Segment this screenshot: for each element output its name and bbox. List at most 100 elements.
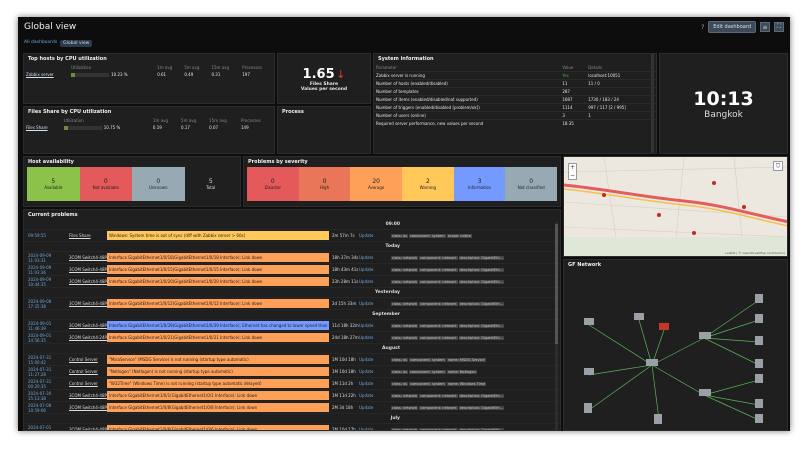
host-link[interactable]: Files Share xyxy=(24,124,62,131)
problem-time-link[interactable]: 2024-07-31 15:00:42 xyxy=(24,355,69,365)
problem-host-link[interactable]: 3COM Switch4-48P xyxy=(69,427,107,430)
problem-message[interactable]: Interface GigabitEthernet1/0/18(GigabitE… xyxy=(107,253,329,262)
update-link[interactable]: Update xyxy=(359,357,391,362)
problem-message[interactable]: Interface GigabitEthernet1/0/15(GigabitE… xyxy=(107,265,329,274)
tag[interactable]: class: network xyxy=(391,323,419,328)
tag[interactable]: class: network xyxy=(391,301,419,306)
tag[interactable]: class: os xyxy=(391,233,408,238)
problem-time-link[interactable]: 2024-09-08 17:35:38 xyxy=(24,299,69,309)
problem-host-link[interactable]: 3COM Switch4-24P xyxy=(69,335,107,340)
problem-host-link[interactable]: Control Server xyxy=(69,381,107,386)
problem-time-link[interactable]: 2024-09-09 10:44:35 xyxy=(24,277,69,287)
problem-message[interactable]: Interface GigabitEthernet1/0/39(GigabitE… xyxy=(107,321,329,330)
host-link[interactable]: Zabbix server xyxy=(24,71,69,78)
tag[interactable]: description: GigabitEth... xyxy=(458,255,505,260)
tile-available[interactable]: 5 Available xyxy=(27,167,80,201)
update-link[interactable]: Update xyxy=(359,335,391,340)
edit-dashboard-button[interactable]: Edit dashboard xyxy=(708,21,756,33)
problem-time-link[interactable]: 2024-09-01 11:46:39 xyxy=(24,321,69,331)
problem-message[interactable]: "MsiaService" (MSDG Service) is not runn… xyxy=(107,355,329,364)
help-icon[interactable]: ? xyxy=(701,24,704,31)
tag[interactable]: class: network xyxy=(391,279,419,284)
tile-unknown[interactable]: 0 Unknown xyxy=(132,167,185,201)
tag[interactable]: component: network xyxy=(419,301,458,306)
update-link[interactable]: Update xyxy=(359,393,391,398)
update-link[interactable]: Update xyxy=(359,405,391,410)
tile-not-classified[interactable]: 0 Not classified xyxy=(505,167,558,201)
problem-message[interactable]: Interface GigabitEthernet1/0/21(GigabitE… xyxy=(107,333,329,342)
tag[interactable]: class: network xyxy=(391,427,419,430)
problem-time-link[interactable]: 2024-07-31 11:27:28 xyxy=(24,367,69,377)
menu-icon[interactable]: ≡ xyxy=(760,22,770,32)
problem-time-link[interactable]: 2024-07-31 00:20:35 xyxy=(24,379,69,389)
problem-host-link[interactable]: 3COM Switch4-48P xyxy=(69,255,107,260)
tag[interactable]: description: GigabitEth... xyxy=(458,405,505,410)
problems-scrollbar[interactable] xyxy=(555,222,558,430)
tag[interactable]: component: system xyxy=(408,369,446,374)
zoom-out-button[interactable]: − xyxy=(569,172,576,180)
tag[interactable]: description: GigabitEth... xyxy=(458,279,505,284)
tag[interactable]: component: system xyxy=(408,381,446,386)
problem-message[interactable]: "Netlogon" (Netlogon) is not running (st… xyxy=(107,367,329,376)
tag[interactable]: class: network xyxy=(391,335,419,340)
update-link[interactable]: Update xyxy=(359,323,391,328)
geomap-widget[interactable]: + − ⛉ Leaflet | © OpenStreetMap contribu… xyxy=(563,156,788,257)
fullscreen-icon[interactable]: ⛶ xyxy=(774,22,784,32)
tag[interactable]: description: GigabitEth... xyxy=(458,427,505,430)
tile-total[interactable]: 5 Total xyxy=(184,167,237,201)
network-map[interactable] xyxy=(564,270,788,430)
tag[interactable]: description: GigabitEth... xyxy=(458,335,505,340)
problem-message[interactable]: Interface GigabitEthernet1/0/12(GigabitE… xyxy=(107,299,329,308)
update-link[interactable]: Update xyxy=(359,267,391,272)
tag[interactable]: component: system xyxy=(408,357,446,362)
update-link[interactable]: Update xyxy=(359,255,391,260)
problem-host-link[interactable]: Control Server xyxy=(69,369,107,374)
tile-disaster[interactable]: 0 Disaster xyxy=(247,167,299,201)
tag[interactable]: class: network xyxy=(391,267,419,272)
problem-time-link[interactable]: 09:59:55 xyxy=(24,233,69,238)
tile-warning[interactable]: 2 Warning xyxy=(402,167,454,201)
breadcrumb-current[interactable]: Global view xyxy=(60,40,93,47)
tag[interactable]: name: MSDG Service xyxy=(446,357,486,362)
tag[interactable]: class: network xyxy=(391,393,419,398)
tag[interactable]: description: GigabitEth... xyxy=(458,393,505,398)
problem-host-link[interactable]: 3COM Switch4-48P xyxy=(69,267,107,272)
problem-time-link[interactable]: 2024-09-09 11:03:31 xyxy=(24,253,69,263)
tag[interactable]: component: network xyxy=(419,255,458,260)
tag[interactable]: component: network xyxy=(419,335,458,340)
update-link[interactable]: Update xyxy=(359,233,391,238)
tile-not-available[interactable]: 0 Not available xyxy=(79,167,132,201)
scrollbar[interactable] xyxy=(651,54,654,153)
problem-message[interactable]: "W32Time" (Windows Time) is not running … xyxy=(107,379,329,388)
update-link[interactable]: Update xyxy=(359,279,391,284)
tag[interactable]: component: network xyxy=(419,267,458,272)
tag[interactable]: component: system xyxy=(408,233,446,238)
tag[interactable]: class: os xyxy=(391,381,408,386)
tag[interactable]: component: network xyxy=(419,405,458,410)
map-zoom-control[interactable]: + − xyxy=(568,163,577,180)
problem-time-link[interactable]: 2024-09-09 11:03:36 xyxy=(24,265,69,275)
update-link[interactable]: Update xyxy=(359,369,391,374)
tag[interactable]: scope: notice xyxy=(446,233,473,238)
problem-host-link[interactable]: 3COM Switch4-48P xyxy=(69,301,107,306)
tag[interactable]: name: Netlogon xyxy=(446,369,477,374)
tag[interactable]: description: GigabitEth... xyxy=(458,323,505,328)
problem-message[interactable]: Interface GigabitEthernet1/0/1(GigabitEt… xyxy=(107,391,329,400)
problem-message[interactable]: Interface GigabitEthernet1/0/20(GigabitE… xyxy=(107,277,329,286)
update-link[interactable]: Update xyxy=(359,427,391,430)
map-canvas[interactable] xyxy=(564,157,788,257)
tag[interactable]: class: os xyxy=(391,369,408,374)
tile-information[interactable]: 3 Information xyxy=(453,167,506,201)
tag[interactable]: class: network xyxy=(391,255,419,260)
zoom-in-button[interactable]: + xyxy=(569,164,576,172)
tag[interactable]: description: GigabitEth... xyxy=(458,301,505,306)
tag[interactable]: component: network xyxy=(419,323,458,328)
update-link[interactable]: Update xyxy=(359,301,391,306)
problem-host-link[interactable]: 3COM Switch4-48P xyxy=(69,405,107,410)
problem-time-link[interactable]: 2024-07-30 15:13:38 xyxy=(24,391,69,401)
problem-host-link[interactable]: 3COM Switch4-48P xyxy=(69,323,107,328)
tile-average[interactable]: 20 Average xyxy=(350,167,403,201)
problem-host-link[interactable]: Control Server xyxy=(69,357,107,362)
tag[interactable]: component: network xyxy=(419,393,458,398)
problem-time-link[interactable]: 2024-07-01 11:00:35 xyxy=(24,425,69,431)
